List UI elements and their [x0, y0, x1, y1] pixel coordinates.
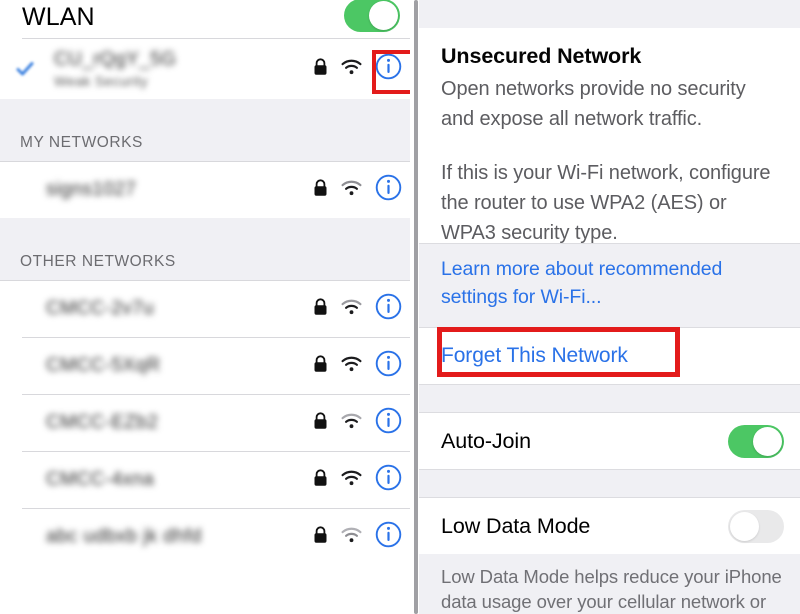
network-name: abc udbxb jk dhfd: [46, 526, 202, 547]
row-icon-group: [313, 350, 402, 382]
row-icon-group: [313, 464, 402, 496]
forget-network-label: Forget This Network: [441, 344, 628, 367]
lock-icon: [313, 525, 328, 549]
network-row-my-0[interactable]: signs1027: [0, 162, 416, 218]
info-icon[interactable]: [375, 293, 402, 325]
section-header-label: MY NETWORKS: [20, 134, 143, 151]
auto-join-toggle[interactable]: [728, 424, 784, 458]
wifi-icon: [341, 527, 362, 548]
info-icon[interactable]: [375, 53, 402, 85]
network-labels: CMCC-2v7u: [46, 298, 154, 320]
network-name: signs1027: [46, 179, 137, 200]
unsecured-network-title: Unsecured Network: [441, 44, 642, 68]
network-row-other-1[interactable]: CMCC-5XqR: [0, 338, 416, 394]
network-row-other-0[interactable]: CMCC-2v7u: [0, 281, 416, 337]
info-icon[interactable]: [375, 521, 402, 553]
row-icon-group: [313, 521, 402, 553]
auto-join-row[interactable]: Auto-Join: [419, 413, 800, 469]
row-icon-group: [313, 293, 402, 325]
network-row-other-4[interactable]: abc udbxb jk dhfd: [0, 509, 416, 565]
network-row-other-2[interactable]: CMCC-EZb2: [0, 395, 416, 451]
gap-after-auto-join: [419, 470, 800, 497]
wlan-master-toggle[interactable]: [344, 0, 400, 32]
info-icon[interactable]: [375, 174, 402, 206]
network-security-subtitle: Weak Security: [54, 73, 148, 89]
wifi-icon: [341, 470, 362, 491]
detail-top-gray-band: [419, 0, 800, 28]
row-icon-group: [313, 174, 402, 206]
lock-icon: [313, 57, 328, 81]
learn-more-link[interactable]: Learn more about recommended settings fo…: [419, 244, 800, 324]
network-name: CMCC-2v7u: [46, 298, 155, 319]
low-data-mode-label: Low Data Mode: [441, 513, 591, 538]
row-icon-group: [313, 53, 402, 85]
network-detail-panel: Unsecured Network Open networks provide …: [419, 0, 800, 614]
low-data-mode-toggle-knob: [730, 511, 759, 541]
network-name: CMCC-5XqR: [46, 355, 161, 376]
network-name: CMCC-4xna: [46, 469, 155, 490]
unsecured-network-paragraph-1: Open networks provide no security and ex…: [441, 78, 746, 130]
lock-icon: [313, 297, 328, 321]
low-data-mode-footnote-block: Low Data Mode helps reduce your iPhone d…: [419, 554, 800, 614]
network-labels: CMCC-4xna: [46, 469, 154, 491]
network-labels: signs1027: [46, 179, 136, 201]
wifi-icon: [341, 180, 362, 201]
network-labels: abc udbxb jk dhfd: [46, 526, 202, 548]
lock-icon: [313, 468, 328, 492]
forget-network-button[interactable]: Forget This Network: [419, 328, 800, 384]
unsecured-network-card: Unsecured Network Open networks provide …: [419, 28, 800, 244]
learn-more-block[interactable]: Learn more about recommended settings fo…: [419, 244, 800, 327]
unsecured-network-card-content: Unsecured Network Open networks provide …: [419, 28, 800, 248]
network-name: CU_rQgY_5G: [54, 49, 177, 70]
network-labels: CMCC-EZb2: [46, 412, 158, 434]
auto-join-toggle-knob: [753, 426, 782, 456]
low-data-mode-footnote: Low Data Mode helps reduce your iPhone d…: [441, 566, 782, 612]
vertical-scrollbar[interactable]: [414, 0, 418, 614]
section-header-other-networks: OTHER NETWORKS: [0, 218, 416, 280]
wifi-settings-screenshot: WLAN CU_rQgY_5G Weak Security MY NETWORK…: [0, 0, 800, 614]
auto-join-label: Auto-Join: [441, 428, 531, 453]
connected-network-labels: CU_rQgY_5G Weak Security: [54, 49, 176, 89]
low-data-mode-row[interactable]: Low Data Mode: [419, 498, 800, 554]
wifi-icon: [341, 59, 362, 80]
wifi-icon: [341, 413, 362, 434]
lock-icon: [313, 354, 328, 378]
wlan-toggle-knob: [369, 0, 398, 30]
wifi-icon: [341, 299, 362, 320]
wifi-network-list-panel: WLAN CU_rQgY_5G Weak Security MY NETWORK…: [0, 0, 416, 614]
info-icon[interactable]: [375, 464, 402, 496]
connected-network-row[interactable]: CU_rQgY_5G Weak Security: [0, 39, 416, 99]
check-icon: [16, 60, 34, 78]
row-icon-group: [313, 407, 402, 439]
info-icon[interactable]: [375, 407, 402, 439]
network-row-other-3[interactable]: CMCC-4xna: [0, 452, 416, 508]
lock-icon: [313, 178, 328, 202]
network-name: CMCC-EZb2: [46, 412, 159, 433]
network-labels: CMCC-5XqR: [46, 355, 160, 377]
wifi-icon: [341, 356, 362, 377]
gap-after-forget: [419, 385, 800, 412]
section-header-my-networks: MY NETWORKS: [0, 99, 416, 161]
lock-icon: [313, 411, 328, 435]
unsecured-network-paragraph-2: If this is your Wi-Fi network, configure…: [441, 162, 771, 244]
wlan-header-row[interactable]: WLAN: [0, 0, 416, 38]
info-icon[interactable]: [375, 350, 402, 382]
page-title: WLAN: [22, 3, 95, 31]
low-data-mode-toggle[interactable]: [728, 509, 784, 543]
section-header-label: OTHER NETWORKS: [20, 253, 176, 270]
